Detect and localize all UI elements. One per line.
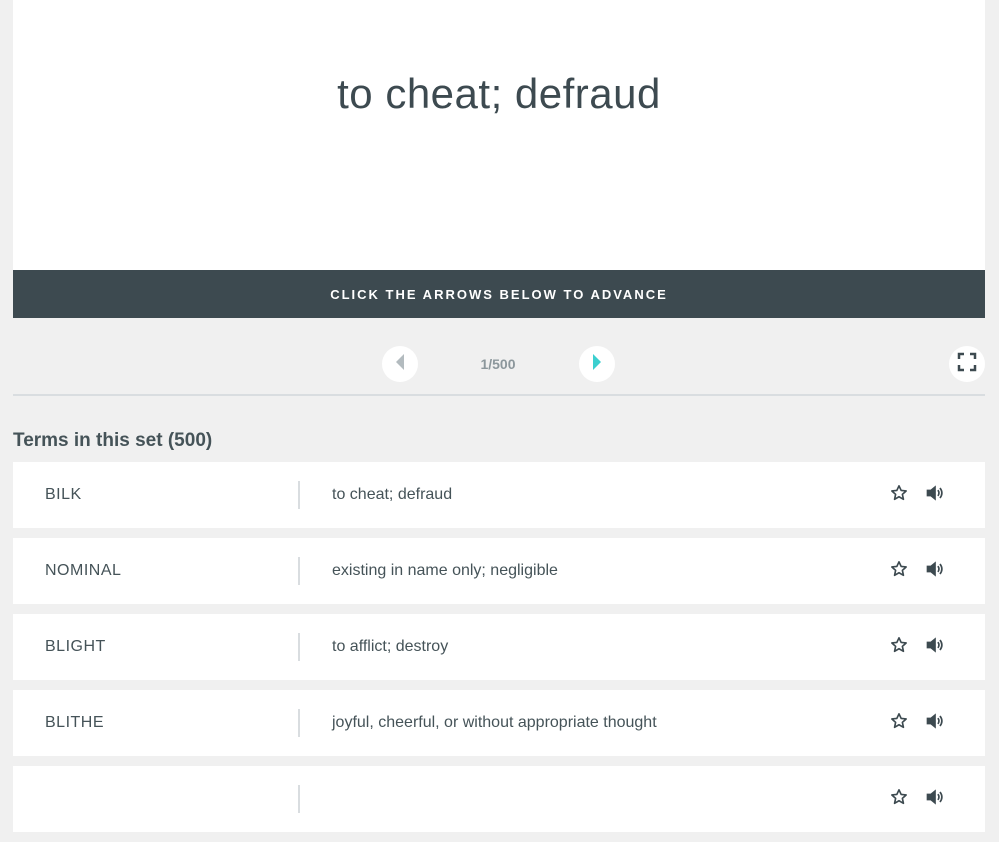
term-row: NOMINAL existing in name only; negligibl… [13, 538, 985, 604]
card-counter: 1/500 [480, 356, 516, 372]
speaker-icon [925, 711, 945, 736]
term-definition: existing in name only; negligible [332, 562, 558, 579]
fullscreen-icon [957, 352, 977, 377]
term-word: NOMINAL [45, 562, 122, 579]
speaker-icon [925, 483, 945, 508]
term-word: BILK [45, 486, 82, 503]
fullscreen-button[interactable] [949, 346, 985, 382]
speaker-icon [925, 559, 945, 584]
term-row: BILK to cheat; defraud [13, 462, 985, 528]
term-row: BLITHE joyful, cheerful, or without appr… [13, 690, 985, 756]
star-button[interactable] [886, 710, 912, 736]
arrow-left-icon [393, 353, 407, 376]
audio-button[interactable] [922, 558, 948, 584]
star-icon [890, 712, 908, 735]
term-word: BLITHE [45, 714, 105, 731]
star-icon [890, 636, 908, 659]
star-button[interactable] [886, 558, 912, 584]
flashcard-text: to cheat; defraud [337, 70, 661, 117]
flashcard[interactable]: to cheat; defraud [13, 0, 985, 270]
star-icon [890, 560, 908, 583]
audio-button[interactable] [922, 786, 948, 812]
next-button[interactable] [579, 346, 615, 382]
term-definition: joyful, cheerful, or without appropriate… [332, 714, 657, 731]
previous-button[interactable] [382, 346, 418, 382]
term-word: BLIGHT [45, 638, 106, 655]
star-button[interactable] [886, 482, 912, 508]
arrow-right-icon [590, 353, 604, 376]
divider [298, 785, 300, 813]
term-row: BLIGHT to afflict; destroy [13, 614, 985, 680]
term-definition: to cheat; defraud [332, 486, 453, 503]
star-button[interactable] [886, 634, 912, 660]
speaker-icon [925, 787, 945, 812]
terms-list: BILK to cheat; defraud NOMINAL existing … [13, 462, 985, 842]
audio-button[interactable] [922, 482, 948, 508]
audio-button[interactable] [922, 634, 948, 660]
term-row [13, 766, 985, 832]
star-icon [890, 788, 908, 811]
audio-button[interactable] [922, 710, 948, 736]
advance-banner: CLICK THE ARROWS BELOW TO ADVANCE [13, 270, 985, 318]
speaker-icon [925, 635, 945, 660]
star-icon [890, 484, 908, 507]
term-definition: to afflict; destroy [332, 638, 449, 655]
star-button[interactable] [886, 786, 912, 812]
card-controls: 1/500 [13, 318, 985, 396]
terms-section-title: Terms in this set (500) [13, 430, 213, 451]
